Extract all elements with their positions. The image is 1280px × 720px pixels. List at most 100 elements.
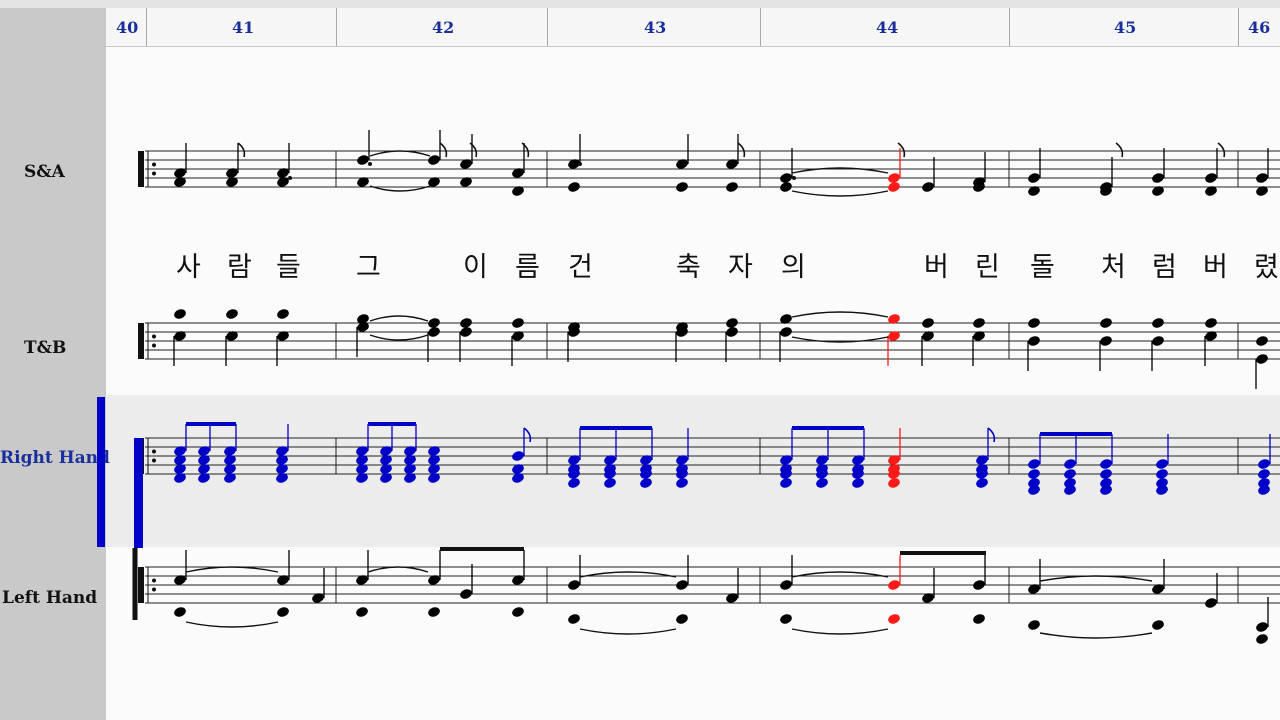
notehead bbox=[726, 182, 738, 192]
notehead bbox=[1258, 459, 1270, 469]
notehead bbox=[726, 327, 738, 337]
notehead bbox=[780, 580, 792, 590]
notehead bbox=[780, 478, 792, 488]
notehead bbox=[1028, 318, 1040, 328]
tie bbox=[369, 315, 429, 322]
repeat-barline-thick bbox=[138, 567, 144, 603]
notehead bbox=[226, 309, 238, 319]
repeat-dot bbox=[152, 162, 156, 167]
note-flag bbox=[737, 142, 746, 158]
note-flag bbox=[523, 427, 532, 443]
notehead bbox=[1152, 336, 1164, 346]
repeat-dot bbox=[152, 171, 156, 176]
notehead bbox=[512, 318, 524, 328]
notehead bbox=[1256, 336, 1268, 346]
notehead bbox=[460, 327, 472, 337]
note-beam bbox=[1040, 432, 1112, 436]
notehead bbox=[568, 614, 580, 624]
augmentation-dot bbox=[578, 162, 582, 166]
tie bbox=[1039, 575, 1153, 582]
notehead bbox=[676, 580, 688, 590]
repeat-dot bbox=[152, 334, 156, 339]
notehead bbox=[1064, 459, 1076, 469]
notehead bbox=[1100, 318, 1112, 328]
tie bbox=[791, 190, 889, 197]
notehead bbox=[356, 607, 368, 617]
notehead bbox=[1205, 318, 1217, 328]
notehead bbox=[888, 614, 900, 624]
notehead bbox=[1256, 354, 1268, 364]
augmentation-dot bbox=[792, 176, 796, 180]
repeat-dot bbox=[152, 343, 156, 348]
notehead bbox=[976, 478, 988, 488]
note-flag bbox=[237, 142, 246, 158]
notehead bbox=[888, 182, 900, 192]
notehead bbox=[780, 614, 792, 624]
notehead bbox=[888, 580, 900, 590]
notehead bbox=[922, 182, 934, 192]
notehead bbox=[1256, 634, 1268, 644]
note-flag bbox=[469, 142, 478, 158]
score-canvas[interactable] bbox=[0, 0, 1280, 720]
notehead bbox=[1028, 459, 1040, 469]
notehead bbox=[1256, 173, 1268, 183]
notehead bbox=[1256, 622, 1268, 632]
tie bbox=[791, 311, 889, 318]
tie bbox=[1039, 632, 1153, 639]
notehead bbox=[780, 182, 792, 192]
notehead bbox=[852, 478, 864, 488]
notehead bbox=[922, 318, 934, 328]
augmentation-dot bbox=[288, 176, 292, 180]
notehead bbox=[174, 309, 186, 319]
notehead bbox=[604, 478, 616, 488]
notehead bbox=[1028, 173, 1040, 183]
notehead bbox=[1152, 173, 1164, 183]
notehead bbox=[568, 478, 580, 488]
notehead bbox=[512, 607, 524, 617]
notehead bbox=[1028, 336, 1040, 346]
notehead bbox=[428, 327, 440, 337]
note-beam bbox=[900, 551, 986, 555]
notehead bbox=[568, 182, 580, 192]
notehead bbox=[460, 589, 472, 599]
tie bbox=[185, 566, 279, 573]
note-beam bbox=[186, 422, 236, 426]
selection-bar bbox=[97, 397, 105, 547]
augmentation-dot bbox=[368, 162, 372, 166]
tie bbox=[185, 621, 279, 628]
note-flag bbox=[897, 142, 906, 158]
notehead bbox=[277, 607, 289, 617]
notehead bbox=[973, 318, 985, 328]
notehead bbox=[512, 451, 524, 461]
notehead bbox=[1152, 318, 1164, 328]
notehead bbox=[174, 607, 186, 617]
notehead bbox=[676, 614, 688, 624]
notehead bbox=[1205, 173, 1217, 183]
notehead bbox=[1100, 459, 1112, 469]
notehead bbox=[676, 182, 688, 192]
notehead bbox=[1205, 598, 1217, 608]
note-flag bbox=[1217, 142, 1226, 158]
notehead bbox=[568, 580, 580, 590]
tie bbox=[579, 628, 677, 635]
repeat-dot bbox=[152, 449, 156, 454]
notehead bbox=[816, 478, 828, 488]
repeat-dot bbox=[152, 587, 156, 592]
tie bbox=[791, 628, 889, 635]
notehead bbox=[973, 614, 985, 624]
tie bbox=[369, 150, 431, 157]
system-bracket bbox=[134, 438, 143, 548]
repeat-dot bbox=[152, 458, 156, 463]
note-flag bbox=[439, 142, 448, 158]
tie bbox=[369, 334, 429, 341]
note-beam bbox=[792, 426, 864, 430]
notehead bbox=[780, 327, 792, 337]
notehead bbox=[277, 309, 289, 319]
notehead bbox=[640, 478, 652, 488]
notehead bbox=[1100, 336, 1112, 346]
note-beam bbox=[440, 547, 524, 551]
notehead bbox=[1028, 620, 1040, 630]
repeat-barline-thick bbox=[138, 151, 144, 187]
note-flag bbox=[987, 427, 996, 443]
notehead bbox=[1156, 459, 1168, 469]
